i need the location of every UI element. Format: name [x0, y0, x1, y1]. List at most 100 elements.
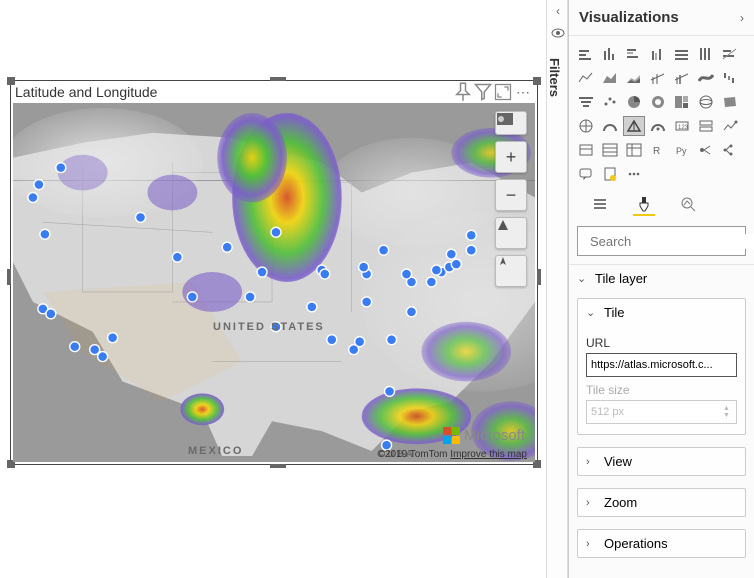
card-view: › View	[577, 447, 746, 476]
chevron-right-icon: ›	[586, 456, 600, 468]
viz-shape-map[interactable]	[575, 116, 597, 136]
analytics-tab-icon[interactable]	[677, 194, 699, 216]
card-operations-header[interactable]: › Operations	[578, 530, 745, 557]
viz-stacked-bar-line[interactable]	[719, 44, 741, 64]
viz-matrix[interactable]	[623, 140, 645, 160]
filters-label: Filters	[547, 44, 562, 97]
pane-tabs	[569, 188, 754, 218]
improve-map-link[interactable]: Improve this map	[450, 449, 527, 460]
card-tile: ⌄ Tile URL Tile size ▲▼	[577, 298, 746, 435]
fields-tab-icon[interactable]	[589, 194, 611, 216]
map-control-stack: + −	[495, 111, 527, 287]
card-tile-header[interactable]: ⌄ Tile	[578, 299, 745, 326]
viz-stacked-area[interactable]	[623, 68, 645, 88]
format-search[interactable]	[577, 226, 746, 256]
viz-line[interactable]	[575, 68, 597, 88]
viz-map[interactable]	[695, 92, 717, 112]
viz-qa[interactable]	[575, 164, 597, 184]
tile-size-label: Tile size	[586, 383, 737, 397]
tile-size-input	[586, 400, 737, 424]
canvas: Latitude and Longitude ⋯	[0, 0, 546, 578]
viz-card[interactable]: 123	[671, 116, 693, 136]
url-label: URL	[586, 336, 737, 350]
zoom-in-button[interactable]: +	[495, 141, 527, 173]
viz-100-stacked-column[interactable]	[695, 44, 717, 64]
zoom-out-button[interactable]: −	[495, 179, 527, 211]
viz-line-clustered-col[interactable]	[671, 68, 693, 88]
resize-handle[interactable]	[270, 464, 286, 468]
viz-100-stacked-bar[interactable]	[671, 44, 693, 64]
viz-python[interactable]: Py	[671, 140, 693, 160]
resize-handle[interactable]	[7, 269, 11, 285]
card-zoom-header[interactable]: › Zoom	[578, 489, 745, 516]
svg-text:123: 123	[678, 125, 689, 131]
viz-filled-map[interactable]	[719, 92, 741, 112]
viz-multi-row-card[interactable]	[695, 116, 717, 136]
section-label: Zoom	[604, 495, 637, 510]
viz-pie[interactable]	[623, 92, 645, 112]
microsoft-label: Microsoft	[464, 427, 525, 444]
viz-treemap[interactable]	[671, 92, 693, 112]
filters-pane-collapsed[interactable]: ‹ Filters	[546, 0, 568, 578]
collapse-pane-icon[interactable]: ›	[740, 11, 744, 25]
viz-clustered-column[interactable]	[647, 44, 669, 64]
card-title: Tile	[604, 305, 624, 320]
format-tab-icon[interactable]	[633, 194, 655, 216]
map-view[interactable]: UNITED STATES MEXICO CUBA + − Microsoft …	[13, 103, 535, 462]
map-style-picker[interactable]	[495, 111, 527, 135]
viz-line-stacked-col[interactable]	[647, 68, 669, 88]
resize-handle[interactable]	[270, 77, 286, 81]
visualizations-header: Visualizations ›	[569, 0, 754, 36]
viz-slicer[interactable]	[575, 140, 597, 160]
filter-icon[interactable]	[473, 82, 493, 102]
viz-donut[interactable]	[647, 92, 669, 112]
section-label: Tile layer	[595, 271, 647, 286]
focus-icon[interactable]	[493, 82, 513, 102]
section-tile-layer[interactable]: ⌄ Tile layer	[569, 264, 754, 292]
viz-stacked-bar[interactable]	[575, 44, 597, 64]
tile-url-input[interactable]	[586, 353, 737, 377]
viz-kpi[interactable]	[719, 116, 741, 136]
expand-filters-icon[interactable]: ‹	[547, 0, 569, 22]
viz-ribbon[interactable]	[695, 68, 717, 88]
visual-title: Latitude and Longitude	[15, 84, 453, 100]
card-zoom: › Zoom	[577, 488, 746, 517]
viz-r[interactable]: R	[647, 140, 669, 160]
viz-more-icon[interactable]	[623, 164, 645, 184]
viz-table[interactable]	[599, 140, 621, 160]
viz-scatter[interactable]	[599, 92, 621, 112]
more-icon[interactable]: ⋯	[513, 82, 533, 102]
visual-header: Latitude and Longitude ⋯	[11, 81, 537, 103]
chevron-down-icon: ⌄	[577, 272, 591, 285]
label-usa: UNITED STATES	[213, 321, 325, 333]
viz-decomposition[interactable]	[719, 140, 741, 160]
resize-handle[interactable]	[537, 269, 541, 285]
viz-waterfall[interactable]	[719, 68, 741, 88]
azure-map-visual[interactable]: Latitude and Longitude ⋯	[10, 80, 538, 465]
search-input[interactable]	[590, 234, 754, 249]
resize-handle[interactable]	[533, 77, 541, 85]
filters-eye-icon[interactable]	[547, 22, 569, 44]
resize-handle[interactable]	[7, 77, 15, 85]
viz-azure-map[interactable]	[623, 116, 645, 136]
card-view-header[interactable]: › View	[578, 448, 745, 475]
viz-paginated[interactable]	[599, 164, 621, 184]
map-attribution: ©2019 TomTom Improve this map	[378, 449, 527, 460]
viz-funnel[interactable]	[575, 92, 597, 112]
viz-clustered-bar[interactable]	[623, 44, 645, 64]
viz-area[interactable]	[599, 68, 621, 88]
label-mexico: MEXICO	[188, 445, 243, 457]
visualization-picker: 123 R Py	[569, 36, 754, 188]
pitch-button[interactable]	[495, 217, 527, 249]
compass-button[interactable]	[495, 255, 527, 287]
viz-arcgis[interactable]	[647, 116, 669, 136]
section-label: Operations	[604, 536, 668, 551]
viz-stacked-column[interactable]	[599, 44, 621, 64]
card-operations: › Operations	[577, 529, 746, 558]
viz-key-influencers[interactable]	[695, 140, 717, 160]
viz-gauge[interactable]	[599, 116, 621, 136]
visualizations-pane: Visualizations ›	[568, 0, 754, 578]
svg-text:R: R	[653, 146, 660, 157]
spinner-arrows-icon: ▲▼	[723, 402, 735, 422]
pin-icon[interactable]	[453, 82, 473, 102]
